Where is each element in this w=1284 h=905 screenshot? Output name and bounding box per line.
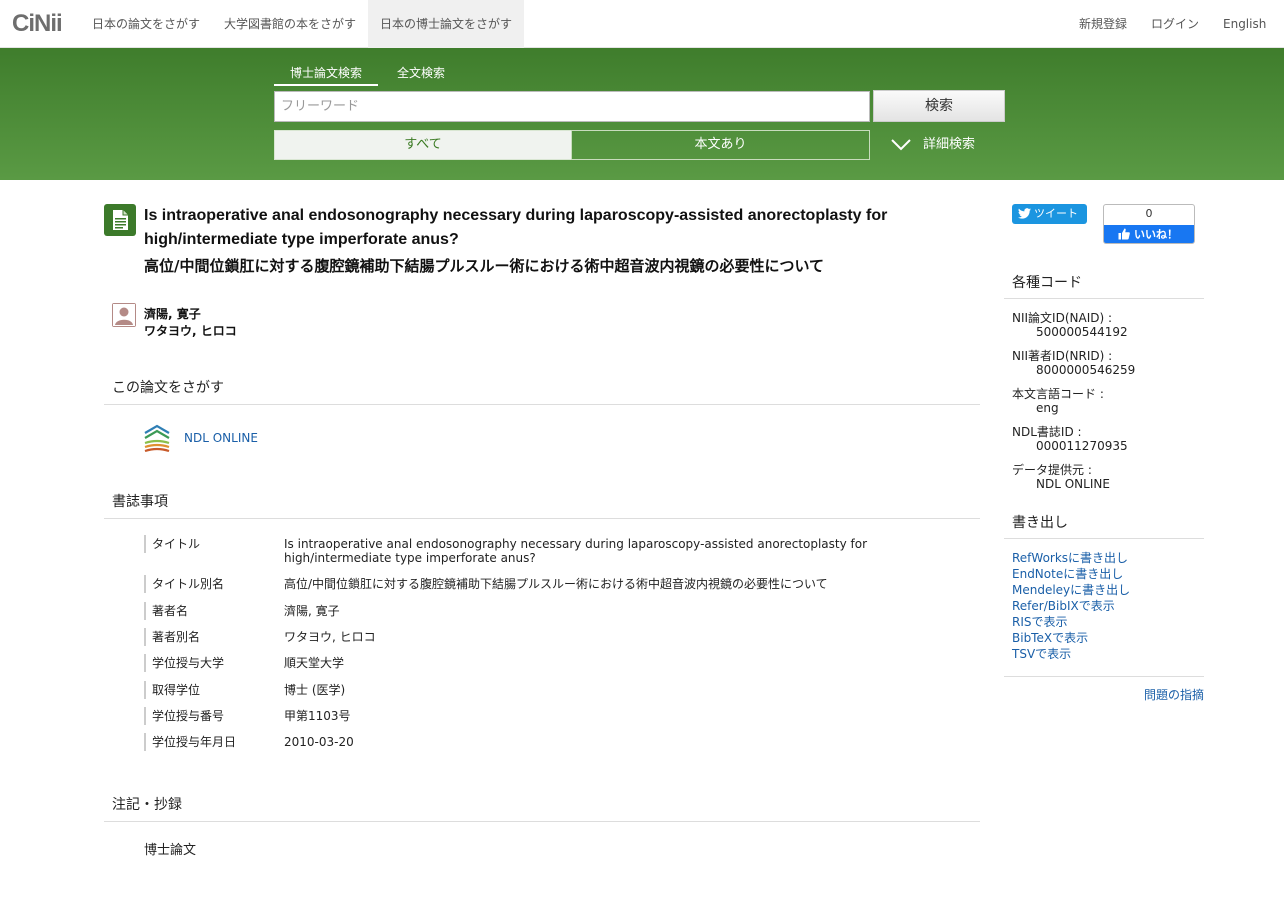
filter-all-button[interactable]: すべて: [274, 130, 572, 160]
biblio-label: 著者名: [144, 602, 188, 620]
tweet-label: ツイート: [1034, 207, 1078, 220]
nav-tab-articles[interactable]: 日本の論文をさがす: [80, 0, 212, 48]
document-icon: [104, 204, 136, 236]
fb-like-button[interactable]: いいね！: [1104, 225, 1194, 243]
biblio-value: Is intraoperative anal endosonography ne…: [284, 537, 868, 565]
section-notes-heading: 注記・抄録: [104, 796, 980, 822]
section-biblio-heading: 書誌事項: [104, 493, 980, 519]
author-kana: ワタヨウ, ヒロコ: [144, 324, 237, 338]
export-refer-link[interactable]: Refer/BibIXで表示: [1012, 597, 1115, 614]
sidebar-divider: [1004, 676, 1204, 677]
twitter-bird-icon: [1018, 208, 1031, 219]
export-refworks-link[interactable]: RefWorksに書き出し: [1012, 549, 1128, 566]
export-ris-link[interactable]: RISで表示: [1012, 613, 1068, 630]
biblio-value: 高位/中間位鎖肛に対する腹腔鏡補助下結腸プルスルー術における術中超音波内視鏡の必…: [284, 577, 828, 591]
login-link[interactable]: ログイン: [1151, 0, 1199, 48]
cinii-logo[interactable]: CiNii: [12, 10, 63, 38]
biblio-value: 濟陽, 寛子: [284, 604, 340, 618]
biblio-label: 取得学位: [144, 681, 200, 699]
article-title-en: Is intraoperative anal endosonography ne…: [144, 207, 888, 248]
filter-fulltext-button[interactable]: 本文あり: [571, 130, 870, 160]
biblio-value: 2010-03-20: [284, 735, 354, 749]
biblio-label: 学位授与番号: [144, 707, 224, 725]
biblio-value: 甲第1103号: [284, 709, 351, 723]
biblio-label: タイトル別名: [144, 575, 224, 593]
code-label: NDL書誌ID :: [1012, 425, 1082, 439]
code-value: eng: [1036, 401, 1059, 415]
code-value: 8000000546259: [1036, 363, 1136, 377]
biblio-value: 博士 (医学): [284, 683, 346, 697]
export-endnote-link[interactable]: EndNoteに書き出し: [1012, 565, 1123, 582]
code-label: 本文言語コード :: [1012, 387, 1104, 401]
ndl-logo-icon: [144, 424, 170, 455]
english-link[interactable]: English: [1223, 0, 1266, 48]
biblio-label: 学位授与大学: [144, 654, 224, 672]
biblio-label: タイトル: [144, 535, 200, 553]
article-title-ja: 高位/中間位鎖肛に対する腹腔鏡補助下結腸プルスルー術における術中超音波内視鏡の必…: [144, 257, 825, 275]
biblio-value: ワタヨウ, ヒロコ: [284, 630, 376, 644]
section-find-heading: この論文をさがす: [104, 379, 980, 405]
fb-like-count: 0: [1145, 207, 1153, 220]
register-link[interactable]: 新規登録: [1079, 0, 1127, 48]
thumbs-up-icon: [1118, 228, 1130, 240]
export-heading: 書き出し: [1004, 515, 1204, 539]
tab-dissertation-search[interactable]: 博士論文検索: [274, 64, 378, 86]
code-label: NII論文ID(NAID) :: [1012, 311, 1113, 325]
export-bibtex-link[interactable]: BibTeXで表示: [1012, 629, 1088, 646]
report-problem-link[interactable]: 問題の指摘: [1144, 686, 1204, 703]
export-tsv-link[interactable]: TSVで表示: [1012, 645, 1071, 662]
search-input[interactable]: [274, 91, 870, 122]
note-text: 博士論文: [144, 843, 197, 858]
facebook-like-widget[interactable]: 0 いいね！: [1103, 204, 1195, 244]
code-value: 000011270935: [1036, 439, 1128, 453]
fb-like-label: いいね！: [1134, 228, 1178, 241]
code-label: NII著者ID(NRID) :: [1012, 349, 1113, 363]
nav-tab-books[interactable]: 大学図書館の本をさがす: [212, 0, 368, 48]
author-name[interactable]: 濟陽, 寛子: [144, 305, 201, 322]
advanced-search-label: 詳細検索: [923, 137, 976, 152]
code-label: データ提供元 :: [1012, 463, 1092, 477]
biblio-value: 順天堂大学: [284, 656, 345, 670]
chevron-down-icon: [891, 139, 911, 151]
search-button[interactable]: 検索: [873, 90, 1005, 122]
ndl-online-link[interactable]: NDL ONLINE: [184, 431, 258, 445]
tab-fulltext-search[interactable]: 全文検索: [386, 64, 456, 86]
top-nav: CiNii 日本の論文をさがす 大学図書館の本をさがす 日本の博士論文をさがす …: [0, 0, 1284, 48]
biblio-label: 学位授与年月日: [144, 733, 236, 751]
codes-heading: 各種コード: [1004, 275, 1204, 299]
tweet-button[interactable]: ツイート: [1012, 204, 1087, 224]
author-avatar-icon: [112, 303, 136, 327]
biblio-label: 著者別名: [144, 628, 200, 646]
nav-tab-dissertations[interactable]: 日本の博士論文をさがす: [368, 0, 524, 48]
code-value: NDL ONLINE: [1036, 477, 1110, 491]
logo-text: CiNii: [12, 10, 63, 37]
export-mendeley-link[interactable]: Mendeleyに書き出し: [1012, 581, 1130, 598]
code-value: 500000544192: [1036, 325, 1128, 339]
